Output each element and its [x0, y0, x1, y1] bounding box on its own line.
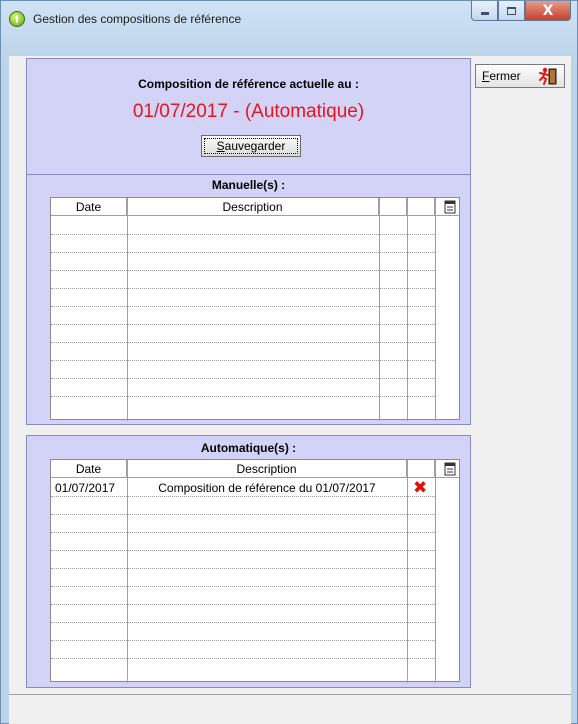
table-row[interactable] [51, 623, 435, 641]
table-row[interactable]: 01/07/2017 Composition de référence du 0… [51, 479, 435, 497]
row-description: Composition de référence du 01/07/2017 [158, 481, 376, 495]
current-composition-value: 01/07/2017 - (Automatique) [132, 101, 365, 122]
table-row[interactable] [51, 361, 435, 379]
save-button-label: Sauvegarder [216, 139, 286, 153]
table-row[interactable] [51, 379, 435, 397]
automatic-heading: Automatique(s) : [200, 441, 297, 455]
maximize-icon [507, 6, 516, 15]
table-row[interactable] [51, 289, 435, 307]
fermer-label: Fermer [482, 69, 521, 83]
automatic-grid[interactable]: Date Description 01/07/2017 Composition [50, 459, 460, 683]
app-window: Gestion des compositions de référence X … [0, 0, 578, 724]
status-bar [9, 695, 571, 724]
table-row[interactable] [51, 569, 435, 587]
table-row[interactable] [51, 217, 435, 235]
table-row[interactable] [51, 533, 435, 551]
manual-grid[interactable]: Date Description [50, 197, 460, 421]
exit-running-man-icon [539, 67, 557, 85]
table-row[interactable] [51, 307, 435, 325]
close-window-button[interactable]: X [525, 1, 571, 21]
table-row[interactable] [51, 641, 435, 659]
client-area: Fermer Composition de référence actuelle… [9, 56, 571, 724]
fermer-button[interactable]: Fermer [475, 64, 565, 88]
table-row[interactable] [51, 515, 435, 533]
table-settings-icon[interactable] [443, 200, 457, 214]
table-row[interactable] [51, 235, 435, 253]
table-row[interactable] [51, 551, 435, 569]
delete-x-icon[interactable]: ✖ [413, 480, 427, 497]
table-row[interactable] [51, 605, 435, 623]
manual-panel: Manuelle(s) : Date Description [26, 174, 471, 425]
automatic-col-date[interactable]: Date [51, 460, 127, 478]
caption-buttons: X [471, 1, 571, 21]
manual-heading: Manuelle(s) : [211, 178, 286, 192]
current-composition-panel: Composition de référence actuelle au : 0… [26, 58, 471, 189]
table-settings-icon[interactable] [443, 462, 457, 476]
table-row[interactable] [51, 587, 435, 605]
app-icon [9, 11, 25, 27]
table-row[interactable] [51, 397, 435, 415]
close-icon: X [542, 2, 554, 19]
table-row[interactable] [51, 271, 435, 289]
save-button[interactable]: Sauvegarder [201, 135, 301, 157]
table-row[interactable] [51, 325, 435, 343]
table-row[interactable] [51, 343, 435, 361]
table-row[interactable] [51, 253, 435, 271]
automatic-grid-header: Date Description [51, 460, 459, 478]
automatic-panel: Automatique(s) : Date Description 01/07/… [26, 435, 471, 688]
current-composition-heading: Composition de référence actuelle au : [138, 77, 359, 91]
title-bar[interactable]: Gestion des compositions de référence X [1, 1, 578, 56]
manual-grid-header: Date Description [51, 198, 459, 216]
row-date: 01/07/2017 [55, 481, 116, 495]
minimize-button[interactable] [471, 1, 498, 21]
maximize-button[interactable] [498, 1, 525, 21]
manual-col-action-1[interactable] [379, 198, 407, 216]
window-title: Gestion des compositions de référence [33, 12, 242, 26]
table-row[interactable] [51, 497, 435, 515]
manual-col-date[interactable]: Date [51, 198, 127, 216]
manual-col-description[interactable]: Description [127, 198, 379, 216]
automatic-col-action[interactable] [407, 460, 435, 478]
manual-col-action-2[interactable] [407, 198, 435, 216]
minimize-icon [480, 12, 489, 15]
table-row[interactable] [51, 659, 435, 677]
automatic-col-description[interactable]: Description [127, 460, 407, 478]
